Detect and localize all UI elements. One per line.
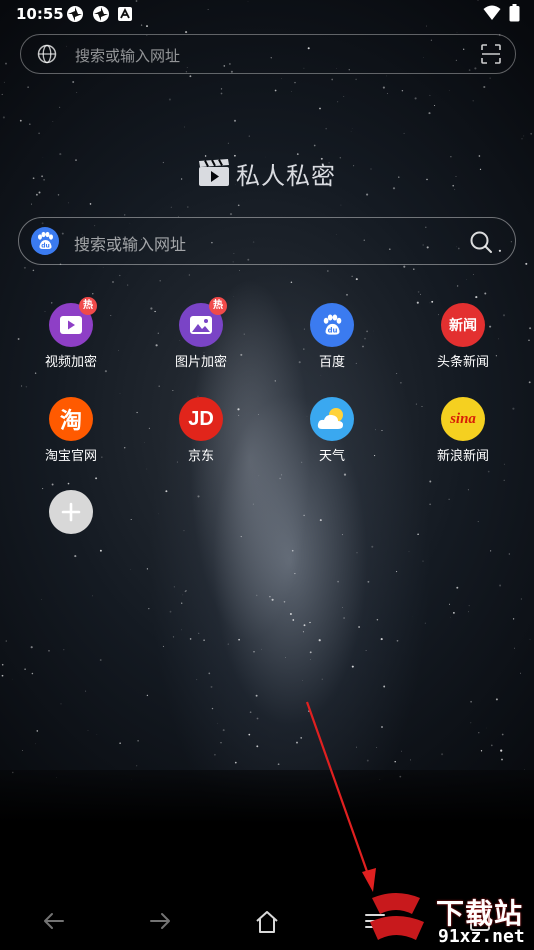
annotation-arrow [305,701,376,892]
site-watermark: 下载站 91xz.net [362,888,534,950]
home-icon[interactable] [254,909,280,935]
forward-arrow-icon[interactable] [148,909,172,933]
watermark-logo [370,893,424,940]
back-arrow-icon[interactable] [42,909,66,933]
watermark-text-bottom: 91xz.net [438,926,525,947]
